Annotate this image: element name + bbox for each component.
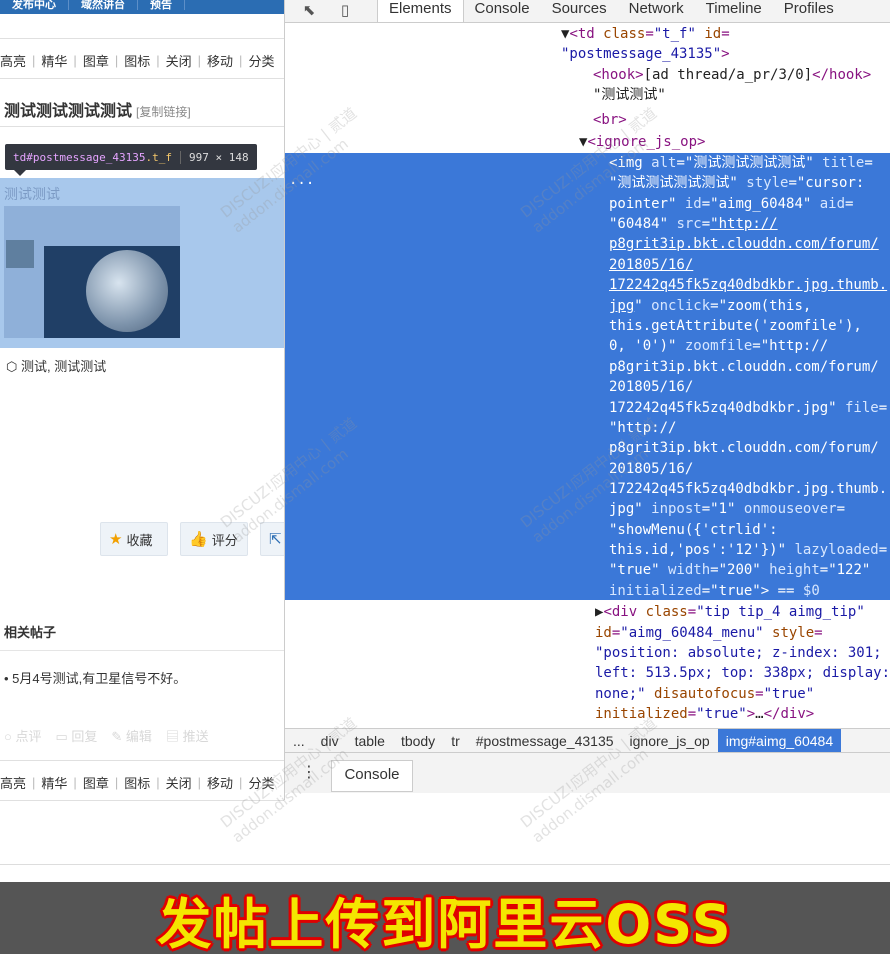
forum-top-nav: 发布中心 域然讲台 预告 [0,0,284,14]
moderation-actionbar-bottom: 高亮 | 精华 | 图章 | 图标 | 关闭 | 移动 | 分类 [0,773,275,792]
forum-nav-item[interactable]: 发布中心 [0,0,69,10]
post-title: 测试测试测试测试 [复制链接] [4,103,191,120]
tooltip-arrow [14,170,26,176]
favorite-button[interactable]: ★ 收藏 [100,522,168,556]
divider [0,650,284,651]
tab-timeline[interactable]: Timeline [695,0,773,22]
action-digest[interactable]: 精华 [41,51,67,70]
post-content-title: 测试测试 [4,186,60,202]
copy-link[interactable]: [复制链接] [136,105,191,119]
tab-elements[interactable]: Elements [377,0,464,22]
thumbs-up-icon: 👍 [189,531,208,548]
related-posts-title: 相关帖子 [4,625,57,640]
dom-tree[interactable]: ... ▼<td class="t_f" id= "postmessage_43… [285,22,890,728]
action-icon[interactable]: 图标 [124,51,150,70]
dom-node[interactable]: <hook>[ad thread/a_pr/3/0]</hook> [593,65,871,85]
divider [0,760,284,761]
divider [0,78,284,79]
action-move[interactable]: 移动 [207,773,233,792]
tab-sources[interactable]: Sources [541,0,618,22]
inspect-cursor-icon[interactable]: ⬉ [299,0,319,20]
devtools-panel: ⬉ ▯ Elements Console Sources Network Tim… [284,0,890,800]
breadcrumb-item[interactable]: tr [443,729,468,753]
divider [0,38,284,39]
forum-nav-item[interactable]: 预告 [138,0,185,10]
dom-breadcrumb: ... div table tbody tr #postmessage_4313… [285,728,890,753]
breadcrumb-item[interactable]: tbody [393,729,443,753]
divider [0,864,890,865]
share-icon: ⇱ [269,531,282,548]
action-move[interactable]: 移动 [207,51,233,70]
tab-network[interactable]: Network [618,0,695,22]
action-highlight[interactable]: 高亮 [0,51,26,70]
action-icon[interactable]: 图标 [124,773,150,792]
star-icon: ★ [109,531,123,548]
device-mode-icon[interactable]: ▯ [335,0,355,20]
dom-node[interactable]: ▶<div class="tip tip_4 aimg_tip" [595,602,865,622]
forum-page: 发布中心 域然讲台 预告 高亮 | 精华 | 图章 | 图标 | 关闭 | 移动 | 分类 … [0,0,284,870]
tag-icon: ⬡ [6,359,18,374]
edit-button[interactable]: ✎ 编辑 [111,726,152,745]
reply-button[interactable]: ▭ 回复 [55,726,97,745]
tab-profiles[interactable]: Profiles [773,0,845,22]
action-category[interactable]: 分类 [248,51,274,70]
devtools-tabs: Elements Console Sources Network Timelin… [377,0,845,22]
coin-graphic [86,250,168,332]
action-close[interactable]: 关闭 [166,51,192,70]
related-post-link[interactable]: • 5月4号测试,有卫星信号不好。 [4,668,186,687]
avatar [6,240,34,268]
dom-node[interactable]: ▼<td class="t_f" id= [561,24,730,44]
divider [0,126,284,127]
forum-nav-item[interactable]: 域然讲台 [69,0,138,10]
inspector-tooltip: td #postmessage_43135 .t_f 997 × 148 [5,144,257,170]
action-close[interactable]: 关闭 [166,773,192,792]
action-stamp[interactable]: 图章 [83,773,109,792]
banner-title: 发帖上传到阿里云OSS [157,893,733,956]
post-tags[interactable]: ⬡ 测试, 测试测试 [6,356,106,375]
breadcrumb-item-active[interactable]: img#aimg_60484 [717,729,842,753]
push-button[interactable]: ▤ 推送 [166,726,209,745]
reply-actionbar: ○ 点评 ▭ 回复 ✎ 编辑 ▤ 推送 [4,726,209,745]
tab-console[interactable]: Console [464,0,541,22]
comment-button[interactable]: ○ 点评 [4,726,41,745]
moderation-actionbar: 高亮 | 精华 | 图章 | 图标 | 关闭 | 移动 | 分类 [0,51,275,70]
action-highlight[interactable]: 高亮 [0,773,26,792]
action-stamp[interactable]: 图章 [83,51,109,70]
action-digest[interactable]: 精华 [41,773,67,792]
